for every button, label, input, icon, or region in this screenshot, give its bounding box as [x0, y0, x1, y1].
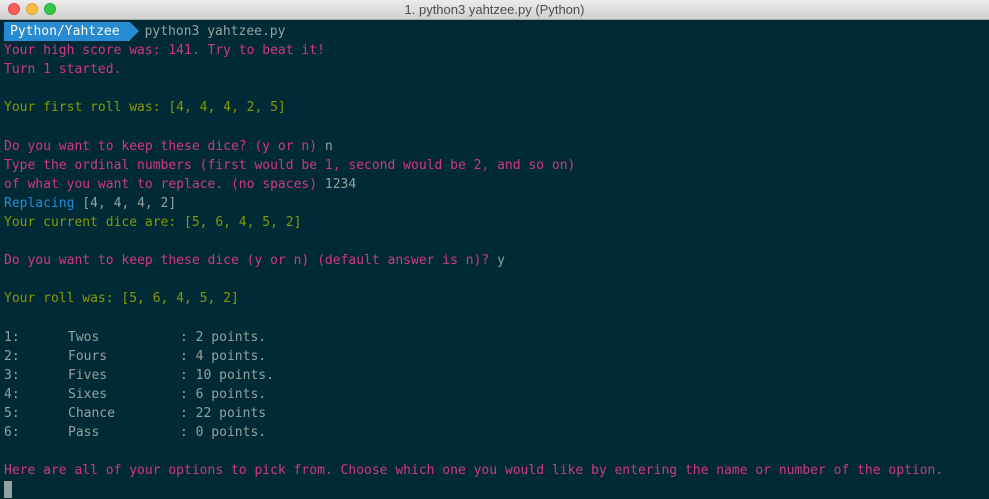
replacing-value: [4, 4, 4, 2]: [74, 195, 177, 211]
input-line[interactable]: [4, 480, 986, 499]
keep-question-1-text: Do you want to keep these dice? (y or n): [4, 138, 325, 154]
option-number: 6:: [4, 424, 20, 440]
ordinal-line-1: Type the ordinal numbers (first would be…: [4, 157, 576, 173]
option-row: 4: Sixes : 6 points.: [4, 385, 986, 404]
ordinal-input: 1234: [324, 176, 357, 192]
option-name: Pass: [68, 424, 100, 440]
keep-answer-2: y: [497, 253, 505, 269]
replacing-label: Replacing: [4, 195, 75, 211]
replacing-line: Replacing [4, 4, 4, 2]: [4, 194, 986, 213]
terminal-output[interactable]: Python/Yahtzee python3 yahtzee.py Your hi…: [4, 22, 986, 499]
prompt-command: python3 yahtzee.py: [144, 24, 286, 39]
option-points: : 6 points.: [180, 386, 267, 402]
ordinal-line-2-text: of what you want to replace. (no spaces): [4, 176, 325, 192]
roll-line: Your roll was: [5, 6, 4, 5, 2]: [4, 291, 239, 307]
option-name: Fours: [68, 348, 108, 364]
prompt-arrow-icon: [129, 22, 139, 40]
option-number: 4:: [4, 386, 20, 402]
option-points: : 0 points.: [180, 424, 267, 440]
option-name: Sixes: [68, 386, 108, 402]
option-row: 1: Twos : 2 points.: [4, 328, 986, 347]
option-points: : 4 points.: [180, 348, 267, 364]
option-name: Fives: [68, 367, 108, 383]
first-roll-line: Your first roll was: [4, 4, 4, 2, 5]: [4, 100, 286, 116]
keep-answer-1: n: [324, 138, 333, 154]
option-row: 2: Fours : 4 points.: [4, 347, 986, 366]
option-row: 5: Chance : 22 points: [4, 404, 986, 423]
option-number: 1:: [4, 329, 20, 345]
high-score-line: Your high score was: 141. Try to beat it…: [4, 43, 325, 59]
option-name: Twos: [68, 329, 100, 345]
option-number: 3:: [4, 367, 20, 383]
option-number: 2:: [4, 348, 20, 364]
option-number: 5:: [4, 405, 20, 421]
options-prompt-line: Here are all of your options to pick fro…: [4, 463, 944, 479]
option-row: 6: Pass : 0 points.: [4, 423, 986, 442]
current-dice-line: Your current dice are: [5, 6, 4, 5, 2]: [4, 214, 302, 230]
prompt-path: Python/Yahtzee: [4, 22, 130, 41]
option-points: : 10 points.: [180, 367, 274, 383]
keep-question-2: Do you want to keep these dice (y or n) …: [4, 251, 986, 270]
keep-question-2-text: Do you want to keep these dice (y or n) …: [4, 253, 498, 269]
ordinal-line-2: of what you want to replace. (no spaces)…: [4, 175, 986, 194]
option-row: 3: Fives : 10 points.: [4, 366, 986, 385]
option-name: Chance: [68, 405, 115, 421]
option-points: : 2 points.: [180, 329, 267, 345]
keep-question-1: Do you want to keep these dice? (y or n)…: [4, 137, 986, 156]
turn-started-line: Turn 1 started.: [4, 62, 122, 78]
option-points: : 22 points: [180, 405, 267, 421]
window-titlebar: 1. python3 yahtzee.py (Python): [0, 0, 989, 20]
prompt-line: Python/Yahtzee python3 yahtzee.py: [4, 22, 986, 41]
window-title: 1. python3 yahtzee.py (Python): [404, 2, 585, 17]
